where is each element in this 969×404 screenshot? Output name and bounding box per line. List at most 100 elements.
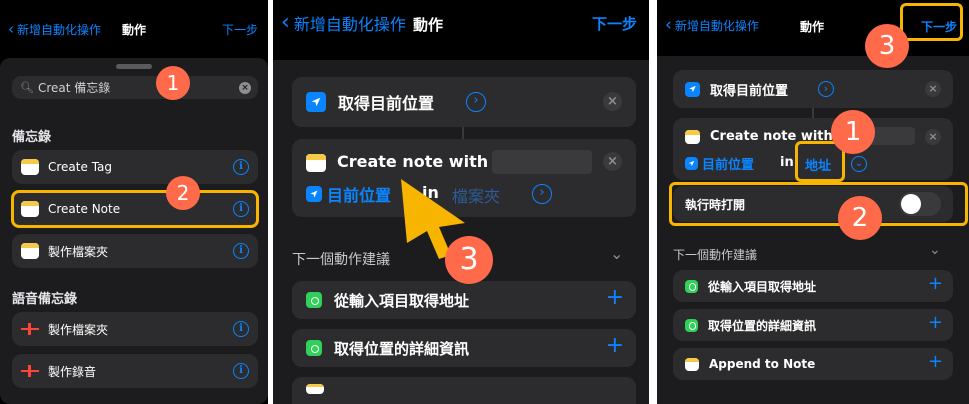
step-badge: 1 <box>156 66 190 100</box>
search-input[interactable]: Creat 備忘錄 <box>38 79 110 96</box>
sheet-grabber[interactable] <box>116 64 152 69</box>
connector-line <box>462 127 464 139</box>
action-label: 取得目前位置 <box>710 83 789 99</box>
search-field[interactable]: 🔍︎ Creat 備忘錄 × <box>12 76 258 99</box>
suggestion-item-partial[interactable] <box>292 377 636 404</box>
chevron-down-icon[interactable]: ⌄ <box>851 156 867 172</box>
notes-app-icon <box>21 243 39 259</box>
remove-action-icon[interactable]: × <box>925 129 941 145</box>
location-arrow-icon <box>306 186 322 202</box>
suggestion-item[interactable]: 從輸入項目取得地址 + <box>292 281 636 319</box>
add-icon[interactable]: + <box>606 285 624 310</box>
action-item-label: 製作檔案夾 <box>48 322 109 337</box>
notes-app-icon <box>685 130 700 144</box>
action-card-get-location[interactable]: 取得目前位置 › × <box>292 77 636 127</box>
back-label: 新增自動化操作 <box>674 18 759 33</box>
remove-action-icon[interactable]: × <box>603 152 622 171</box>
expand-chevron-icon[interactable]: › <box>466 92 486 112</box>
action-item-label: Create Tag <box>48 160 113 174</box>
variable-current-location[interactable]: 目前位置 <box>306 182 391 206</box>
suggestion-label: 取得位置的詳細資訊 <box>708 318 817 333</box>
suggestion-label: Append to Note <box>709 357 816 371</box>
nav-bar: ‹ 新增自動化操作 動作 下一步 <box>0 0 268 56</box>
action-item-label: 製作錄音 <box>48 364 97 379</box>
suggestions-header: 下一個動作建議 <box>292 252 390 268</box>
add-icon[interactable]: + <box>606 333 624 358</box>
remove-action-icon[interactable]: × <box>603 92 622 111</box>
variable-label: 目前位置 <box>327 186 392 205</box>
nav-bar: ‹ 新增自動化操作 動作 下一步 <box>273 0 649 50</box>
step-badge: 2 <box>838 196 882 240</box>
action-sheet: 🔍︎ Creat 備忘錄 × 備忘錄 Create Tag i Create N… <box>0 58 268 404</box>
add-icon[interactable]: + <box>928 273 943 294</box>
notes-app-icon <box>306 154 326 172</box>
collapse-chevron-icon[interactable]: ⌄ <box>610 244 623 263</box>
info-icon[interactable]: i <box>233 243 249 259</box>
add-icon[interactable]: + <box>928 351 943 372</box>
collapse-chevron-icon[interactable]: ⌄ <box>929 242 941 258</box>
panel-configure-note: ‹ 新增自動化操作 動作 下一步 取得目前位置 › × Create note … <box>657 0 969 404</box>
suggestion-item[interactable]: 取得位置的詳細資訊 + <box>673 309 953 341</box>
back-button[interactable]: ‹ 新增自動化操作 <box>665 15 759 35</box>
back-button[interactable]: ‹ 新增自動化操作 <box>281 10 406 35</box>
suggestions-header: 下一個動作建議 <box>673 248 758 262</box>
clear-search-icon[interactable]: × <box>239 82 251 94</box>
nav-title: 動作 <box>800 20 825 34</box>
action-item-label: 製作檔案夾 <box>48 244 109 259</box>
variable-current-location[interactable]: 目前位置 <box>685 154 754 173</box>
next-button[interactable]: 下一步 <box>592 13 637 34</box>
maps-icon <box>685 318 698 332</box>
back-label: 新增自動化操作 <box>293 14 406 34</box>
step-badge: 3 <box>865 24 909 68</box>
action-item-create-tag[interactable]: Create Tag i <box>12 150 258 184</box>
maps-icon <box>685 279 698 293</box>
next-button[interactable]: 下一步 <box>222 21 258 38</box>
location-arrow-icon <box>685 157 698 170</box>
chevron-left-icon: ‹ <box>281 10 290 35</box>
variable-label: 目前位置 <box>702 158 755 173</box>
search-icon: 🔍︎ <box>20 81 34 94</box>
panel-create-note-action: ‹ 新增自動化操作 動作 下一步 取得目前位置 › × Create note … <box>273 0 649 404</box>
action-prefix: Create note with <box>337 152 489 171</box>
notes-app-icon <box>685 357 699 371</box>
add-icon[interactable]: + <box>928 312 943 333</box>
section-header-voice-memos: 語音備忘錄 <box>12 292 78 307</box>
info-icon[interactable]: i <box>233 363 249 379</box>
in-text: in <box>780 155 794 170</box>
action-item-make-folder[interactable]: 製作檔案夾 i <box>12 234 258 268</box>
panel-search-actions: ‹ 新增自動化操作 動作 下一步 🔍︎ Creat 備忘錄 × 備忘錄 Crea… <box>0 0 268 404</box>
suggestion-item[interactable]: Append to Note + <box>673 348 953 380</box>
redacted-field <box>492 150 592 174</box>
expand-chevron-icon[interactable]: › <box>818 81 834 97</box>
connector-line <box>812 108 814 118</box>
action-item-voice-record[interactable]: 製作錄音 i <box>12 354 258 388</box>
action-label: 取得目前位置 <box>338 94 435 113</box>
chevron-left-icon: ‹ <box>665 15 672 35</box>
maps-icon <box>306 292 322 308</box>
voice-memos-icon <box>21 363 39 379</box>
step-badge: 2 <box>166 176 200 210</box>
remove-action-icon[interactable]: × <box>925 81 941 97</box>
info-icon[interactable]: i <box>233 321 249 337</box>
suggestion-item[interactable]: 從輸入項目取得地址 + <box>673 270 953 302</box>
nav-title: 動作 <box>413 16 444 34</box>
step-badge: 3 <box>445 236 493 284</box>
info-icon[interactable]: i <box>233 159 249 175</box>
highlight-frame <box>669 182 968 226</box>
suggestion-item[interactable]: 取得位置的詳細資訊 + <box>292 329 636 367</box>
step-badge: 1 <box>831 110 875 154</box>
maps-icon <box>306 340 322 356</box>
suggestion-label: 從輸入項目取得地址 <box>708 279 817 294</box>
highlight-frame <box>11 190 259 228</box>
suggestion-label: 取得位置的詳細資訊 <box>334 339 470 358</box>
action-item-voice-folder[interactable]: 製作檔案夾 i <box>12 312 258 346</box>
action-card-get-location[interactable]: 取得目前位置 › × <box>673 70 953 108</box>
location-arrow-icon <box>306 92 326 112</box>
notes-app-icon <box>306 384 324 394</box>
expand-chevron-icon[interactable]: › <box>532 184 552 204</box>
location-arrow-icon <box>685 81 700 97</box>
notes-app-icon <box>21 159 39 175</box>
voice-memos-icon <box>21 321 39 337</box>
highlight-frame <box>900 3 963 41</box>
suggestion-label: 從輸入項目取得地址 <box>334 291 470 310</box>
